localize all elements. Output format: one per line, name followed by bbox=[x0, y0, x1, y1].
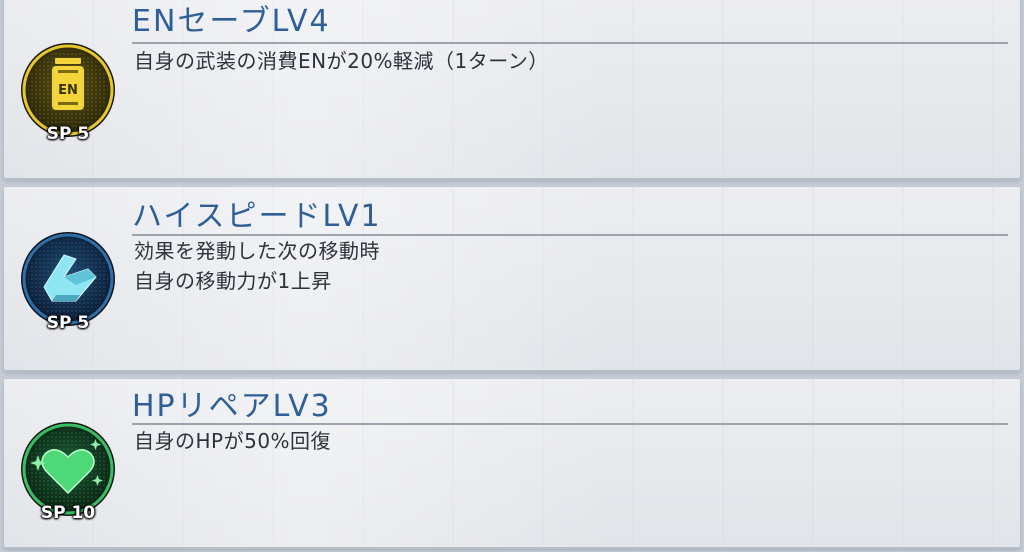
description-line: 自身の移動力が1上昇 bbox=[134, 269, 332, 293]
svg-text:EN: EN bbox=[58, 83, 78, 98]
sp-cost-label: SP 5 bbox=[46, 313, 90, 333]
skill-description: 自身のHPが50%回復 bbox=[134, 426, 331, 456]
description-line: 効果を発動した次の移動時 bbox=[134, 239, 380, 263]
skill-description: 効果を発動した次の移動時 自身の移動力が1上昇 bbox=[134, 236, 380, 296]
title-divider bbox=[132, 42, 1008, 44]
title-divider bbox=[132, 423, 1008, 425]
en-tank-icon: EN SP 5 bbox=[18, 40, 118, 144]
skill-title: ENセーブLV4 bbox=[132, 4, 331, 39]
heart-repair-icon: SP 10 bbox=[18, 419, 118, 523]
description-line: 自身のHPが50%回復 bbox=[134, 429, 332, 453]
skill-card-high-speed[interactable]: SP 5 ハイスピードLV1 効果を発動した次の移動時 自身の移動力が1上昇 bbox=[4, 187, 1020, 370]
skill-description: 自身の武装の消費ENが20%軽減（1ターン） bbox=[134, 46, 549, 76]
skill-list: EN SP 5 ENセーブLV4 自身の武装の消費ENが20%軽減（1ターン） bbox=[0, 0, 1024, 552]
skill-card-hp-repair[interactable]: SP 10 HPリペアLV3 自身のHPが50%回復 bbox=[4, 379, 1020, 547]
speed-thruster-icon: SP 5 bbox=[18, 229, 118, 333]
skill-title: HPリペアLV3 bbox=[132, 389, 332, 424]
sp-cost-label: SP 5 bbox=[46, 124, 90, 144]
sp-cost-label: SP 10 bbox=[40, 503, 96, 523]
skill-card-en-save[interactable]: EN SP 5 ENセーブLV4 自身の武装の消費ENが20%軽減（1ターン） bbox=[4, 0, 1020, 178]
skill-title: ハイスピードLV1 bbox=[132, 199, 382, 234]
description-line: 自身の武装の消費ENが20%軽減（1ターン） bbox=[134, 49, 549, 73]
